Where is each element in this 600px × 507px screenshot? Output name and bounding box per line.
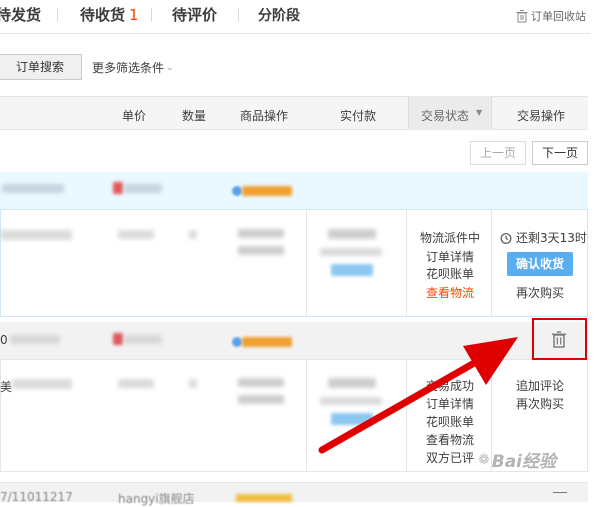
ops-divider-left — [491, 210, 492, 317]
recycle-bin-link[interactable]: 订单回收站 — [516, 8, 586, 24]
product-title — [0, 230, 72, 240]
rebuy-link[interactable]: 再次购买 — [516, 395, 564, 412]
product-op-1 — [238, 229, 284, 238]
column-header-qty: 数量 — [182, 109, 207, 123]
both-reviewed-text: 双方已评 — [426, 451, 475, 465]
tab-pending-review[interactable]: 待评价 — [172, 4, 217, 25]
order-header — [0, 482, 588, 502]
tab-divider — [151, 8, 152, 22]
confirm-receipt-button[interactable]: 确认收货 — [507, 252, 573, 276]
tab-label: 待收货 — [80, 6, 126, 24]
tab-count: 1 — [129, 6, 139, 24]
tabs-divider — [0, 33, 590, 34]
shop-name — [124, 335, 162, 344]
order-number-fragment: 0 — [0, 333, 8, 347]
paid-amount — [328, 229, 376, 239]
status-divider-left — [406, 360, 407, 472]
prev-page-button[interactable]: 上一页 — [470, 141, 526, 165]
chat-badge — [242, 186, 292, 196]
order-number — [2, 184, 64, 193]
paid-divider-left — [306, 360, 307, 472]
add-review-link[interactable]: 追加评论 — [516, 377, 564, 394]
order-status-text: 物流派件中 — [420, 231, 481, 245]
huabei-bill-link[interactable]: 花呗账单 — [426, 413, 474, 430]
order-status-text: 交易成功 — [426, 379, 475, 393]
product-op-2 — [238, 246, 284, 255]
tab-pending-shipment[interactable]: 待发货 — [0, 4, 41, 25]
paid-amount — [328, 378, 376, 388]
paid-divider-left — [306, 210, 307, 317]
payment-badge — [331, 264, 373, 276]
column-header-product-ops: 商品操作 — [240, 109, 289, 123]
product-qty — [189, 230, 197, 239]
rebuy-link[interactable]: 再次购买 — [516, 284, 564, 301]
tab-installment[interactable]: 分阶段 — [258, 5, 300, 25]
product-op-1 — [238, 378, 284, 387]
paid-shipping — [320, 248, 382, 256]
column-header-paid: 实付款 — [340, 109, 377, 123]
order-search-button[interactable]: 订单搜索 — [0, 54, 82, 80]
product-title — [12, 379, 72, 389]
shop-icon — [113, 333, 123, 345]
product-op-2 — [238, 395, 284, 404]
order-header — [0, 172, 588, 210]
chat-badge — [236, 494, 292, 502]
trash-icon — [516, 9, 528, 22]
tab-label: 待发货 — [0, 6, 42, 24]
paw-icon: ❁ — [478, 451, 490, 468]
column-header-ops: 交易操作 — [517, 109, 566, 123]
order-detail-link[interactable]: 订单详情 — [426, 395, 474, 412]
more-filters-toggle[interactable]: 更多筛选条件 ⌄ — [92, 59, 174, 76]
delete-order-button[interactable] — [551, 331, 567, 351]
chat-icon — [232, 337, 242, 347]
recycle-bin-label: 订单回收站 — [531, 10, 586, 23]
tab-divider — [238, 8, 239, 22]
shop-icon — [113, 182, 123, 194]
trash-icon[interactable] — [553, 492, 567, 500]
column-header-price: 单价 — [122, 109, 147, 123]
paid-shipping — [320, 397, 382, 405]
more-filters-label: 更多筛选条件 — [92, 61, 165, 75]
tab-pending-receipt[interactable]: 待收货 1 — [80, 4, 139, 25]
product-price — [118, 230, 154, 239]
countdown-text: 还剩3天13时 — [516, 231, 587, 245]
status-divider-left — [406, 210, 407, 317]
order-detail-link[interactable]: 订单详情 — [426, 248, 474, 265]
chat-badge — [242, 337, 292, 347]
product-price — [118, 379, 154, 388]
chat-icon — [232, 186, 242, 196]
huabei-bill-link[interactable]: 花呗账单 — [426, 265, 474, 282]
payment-badge — [331, 413, 373, 425]
clock-icon — [500, 232, 512, 244]
watermark: ❁ Bai经验 — [478, 447, 556, 473]
trash-icon — [552, 331, 566, 348]
order-number: 7/11011217 — [0, 490, 73, 504]
order-header — [0, 322, 588, 360]
watermark-text: Bai经验 — [491, 452, 556, 472]
order-date — [10, 335, 60, 344]
caret-down-icon: ▼ — [476, 108, 483, 117]
shop-name: hangyi旗舰店 — [118, 492, 195, 506]
chevron-down-icon: ⌄ — [166, 62, 174, 73]
product-title-fragment: 美 — [0, 380, 13, 394]
status-filter-label: 交易状态 — [421, 109, 470, 123]
shop-name — [124, 184, 162, 193]
tab-divider — [57, 8, 58, 22]
product-qty — [189, 379, 197, 388]
tab-label: 分阶段 — [258, 8, 300, 24]
next-page-button[interactable]: 下一页 — [532, 141, 588, 165]
view-logistics-link[interactable]: 查看物流 — [426, 431, 474, 448]
table-header — [0, 96, 588, 130]
countdown: 还剩3天13时 — [500, 229, 587, 246]
tab-label: 待评价 — [172, 6, 218, 24]
view-logistics-link[interactable]: 查看物流 — [426, 284, 474, 301]
